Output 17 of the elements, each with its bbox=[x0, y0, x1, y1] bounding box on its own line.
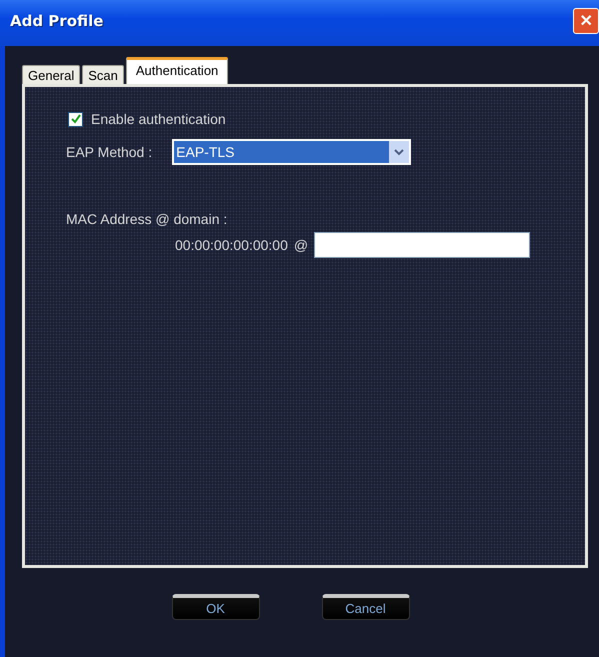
at-sign: @ bbox=[294, 237, 308, 253]
check-icon bbox=[70, 114, 80, 124]
dialog-button[interactable]: OK bbox=[172, 594, 260, 620]
checkbox[interactable] bbox=[68, 112, 83, 126]
chevron-down-icon bbox=[394, 148, 404, 156]
eap-method-label: EAP Method : bbox=[66, 144, 152, 160]
domain-input-field[interactable] bbox=[314, 232, 530, 258]
eap-method-dropdown[interactable]: EAP-TLS bbox=[172, 139, 412, 165]
tab[interactable]: Authentication bbox=[126, 57, 228, 84]
mac-address-value: 00:00:00:00:00:00 bbox=[175, 237, 288, 253]
window-title: Add Profile bbox=[10, 12, 104, 30]
close-button[interactable]: ✕ bbox=[573, 8, 599, 34]
mac-domain-label: MAC Address @ domain : bbox=[66, 211, 228, 227]
checkbox-label: Enable authentication bbox=[91, 111, 226, 127]
tab[interactable]: Scan bbox=[82, 65, 124, 84]
dialog-button[interactable]: Cancel bbox=[322, 594, 410, 620]
tab[interactable]: General bbox=[22, 65, 80, 84]
